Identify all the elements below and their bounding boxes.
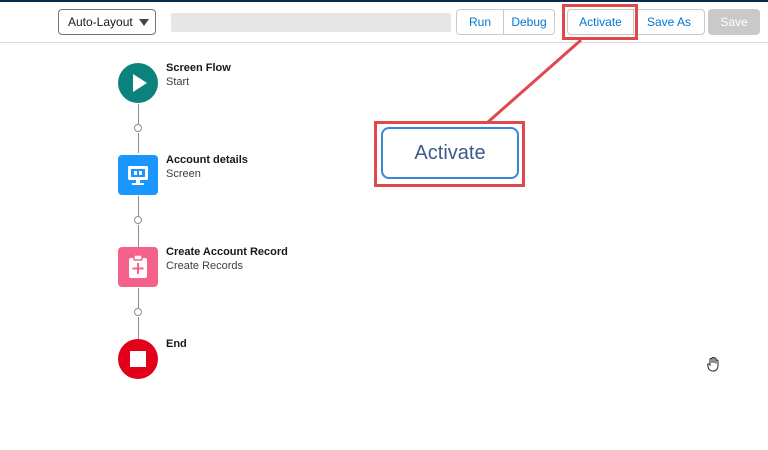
flow-node-end[interactable]: [118, 339, 158, 379]
layout-select[interactable]: Auto-Layout: [58, 9, 156, 35]
add-element-connector-dot[interactable]: [134, 216, 142, 224]
flow-connector: [138, 225, 139, 247]
flow-node-create-account-record[interactable]: [118, 247, 158, 287]
flow-connector: [138, 317, 139, 339]
flow-connector: [138, 196, 139, 216]
run-debug-button-group: Run Debug: [456, 9, 555, 35]
flow-connector: [138, 133, 139, 153]
flow-connector: [138, 288, 139, 308]
add-element-connector-dot[interactable]: [134, 124, 142, 132]
save-as-button[interactable]: Save As: [633, 9, 705, 35]
play-icon: [133, 74, 147, 92]
flow-node-title: End: [166, 338, 187, 350]
activate-callout-button: Activate: [381, 127, 519, 179]
screen-icon: [128, 166, 148, 185]
stop-icon: [130, 351, 146, 367]
flow-connector: [138, 104, 139, 124]
grab-hand-cursor-icon: [707, 357, 719, 372]
callout-connector-line: [487, 38, 582, 124]
create-records-icon: [129, 254, 147, 278]
add-element-connector-dot[interactable]: [134, 308, 142, 316]
debug-button[interactable]: Debug: [503, 9, 555, 35]
flow-node-subtitle: Screen: [166, 168, 201, 180]
flow-node-title: Screen Flow: [166, 62, 231, 74]
flow-node-account-details[interactable]: [118, 155, 158, 195]
flow-node-start[interactable]: [118, 63, 158, 103]
flow-node-title: Create Account Record: [166, 246, 288, 258]
activate-highlight-box: [562, 4, 638, 40]
flow-node-title: Account details: [166, 154, 248, 166]
toolbar: Auto-Layout Run Debug Activate Save As S…: [0, 2, 768, 43]
flow-title-placeholder: [171, 13, 451, 32]
flow-node-subtitle: Create Records: [166, 260, 244, 272]
layout-select-value: Auto-Layout: [68, 15, 133, 29]
flow-node-subtitle: Start: [166, 76, 190, 88]
chevron-down-icon: [139, 19, 149, 26]
run-button[interactable]: Run: [456, 9, 504, 35]
save-button[interactable]: Save: [708, 9, 760, 35]
